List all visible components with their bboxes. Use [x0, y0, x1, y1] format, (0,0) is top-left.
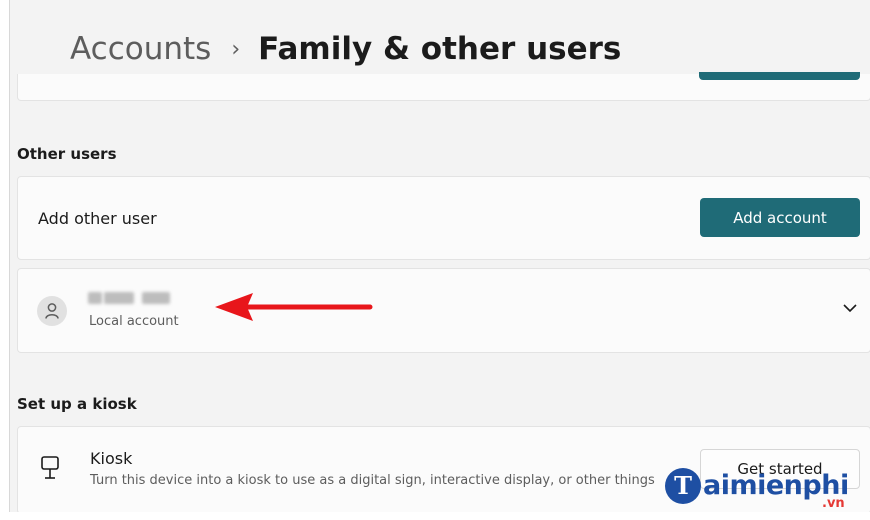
breadcrumb: Accounts › Family & other users [70, 26, 621, 72]
add-account-button[interactable]: Add account [700, 198, 860, 237]
section-title-kiosk: Set up a kiosk [17, 395, 137, 413]
chevron-down-icon[interactable] [841, 302, 859, 314]
local-user-card[interactable] [17, 268, 870, 353]
red-arrow-annotation [215, 293, 373, 321]
watermark-suffix: .vn [822, 496, 845, 511]
breadcrumb-separator-icon: › [231, 36, 241, 62]
page-title: Family & other users [258, 31, 622, 67]
kiosk-title: Kiosk [90, 449, 133, 468]
add-other-user-card: Add other user Add account [17, 176, 870, 260]
section-title-other-users: Other users [17, 145, 117, 163]
previous-section-button[interactable] [699, 72, 860, 80]
kiosk-description: Turn this device into a kiosk to use as … [90, 473, 655, 488]
taimienphi-watermark-logo: T aimienphi .vn [665, 466, 865, 518]
person-icon [37, 296, 67, 326]
add-other-user-label: Add other user [38, 209, 157, 228]
breadcrumb-parent-accounts[interactable]: Accounts [70, 31, 211, 67]
window-left-edge [0, 0, 10, 520]
kiosk-icon [41, 456, 59, 479]
blurred-user-name [88, 292, 170, 304]
watermark-letter: T [665, 468, 701, 504]
local-account-label: Local account [89, 314, 179, 329]
